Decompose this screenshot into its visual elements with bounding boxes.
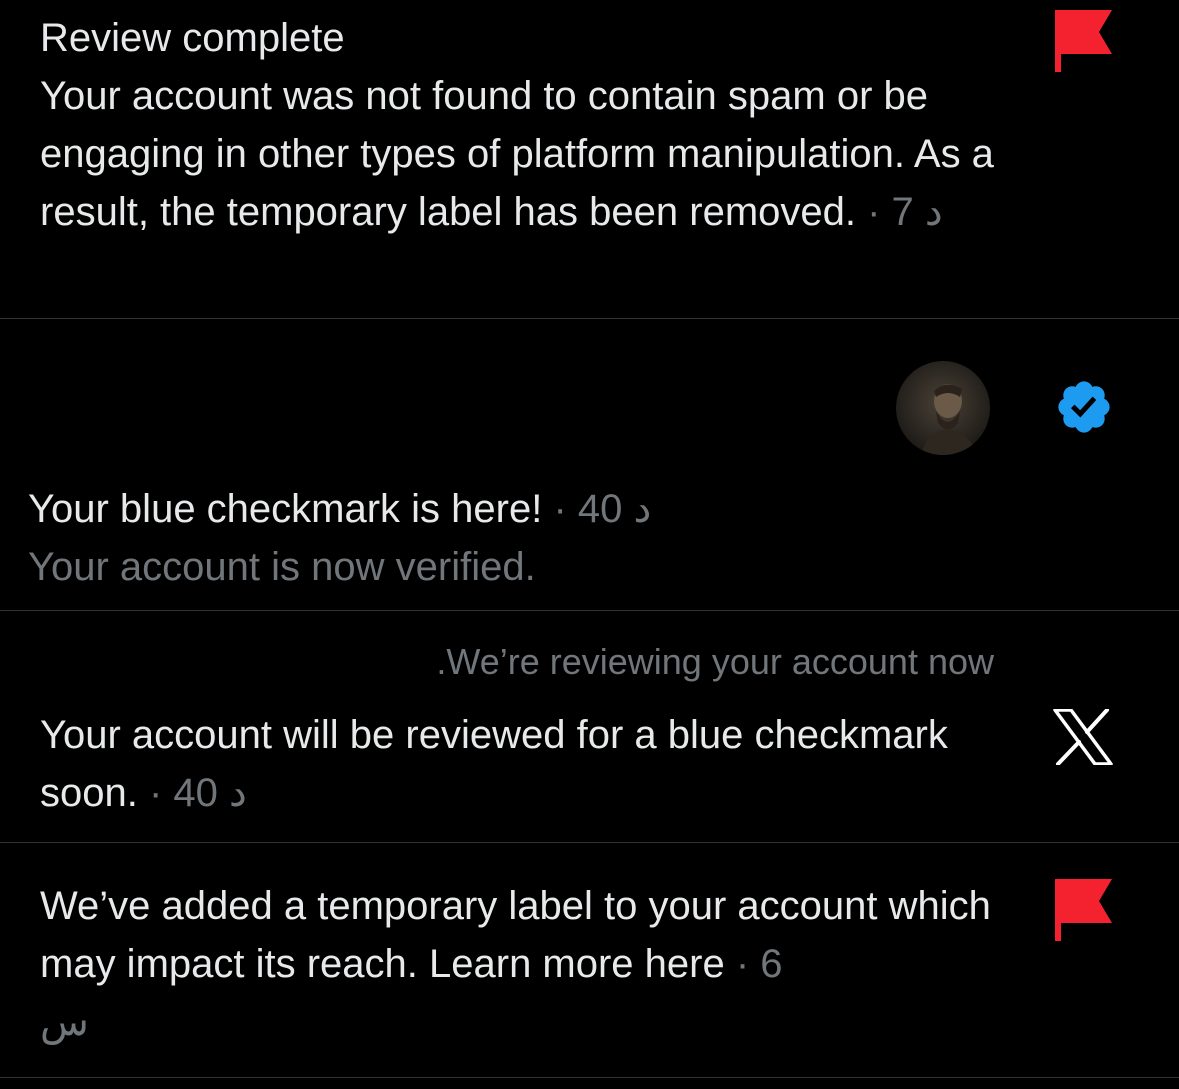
notification-time: 40 د bbox=[173, 771, 247, 815]
notification-time-separator: · bbox=[856, 190, 892, 234]
notification-verified[interactable]: Your blue checkmark is here! · 40 د Your… bbox=[0, 319, 1179, 610]
temporary-label-text: We’ve added a temporary label to your ac… bbox=[40, 877, 1000, 1051]
notification-time-unit: س bbox=[40, 1000, 89, 1044]
notification-time: 40 د bbox=[577, 487, 652, 531]
divider bbox=[0, 1077, 1179, 1078]
notification-subtitle: Your account is now verified. bbox=[28, 545, 536, 589]
flag-icon bbox=[1055, 10, 1112, 72]
verified-badge-icon bbox=[1058, 381, 1110, 433]
verified-text: Your blue checkmark is here! · 40 د Your… bbox=[28, 480, 1028, 596]
review-pending-text: Your account will be reviewed for a blue… bbox=[40, 706, 1000, 822]
x-logo-icon bbox=[1053, 709, 1113, 765]
flag-icon bbox=[1055, 879, 1112, 941]
notification-header: .We’re reviewing your account now bbox=[436, 641, 994, 682]
notification-time-separator: · bbox=[724, 942, 761, 986]
notification-time-separator: · bbox=[137, 771, 174, 815]
notification-review-complete[interactable]: Review complete Your account was not fou… bbox=[0, 0, 1179, 318]
notification-body: Your account was not found to contain sp… bbox=[40, 74, 994, 234]
notification-time-separator: · bbox=[542, 487, 578, 531]
review-complete-text: Review complete Your account was not fou… bbox=[40, 9, 1000, 241]
notification-title: Your blue checkmark is here! bbox=[28, 487, 543, 531]
notification-temporary-label[interactable]: We’ve added a temporary label to your ac… bbox=[0, 843, 1179, 1089]
notification-time: 6 bbox=[760, 942, 783, 986]
notification-review-pending[interactable]: .We’re reviewing your account now Your a… bbox=[0, 611, 1179, 842]
avatar[interactable] bbox=[896, 361, 990, 455]
notification-time: 7 د bbox=[891, 190, 943, 234]
notification-body: We’ve added a temporary label to your ac… bbox=[40, 884, 991, 986]
notification-title: Review complete bbox=[40, 16, 345, 60]
